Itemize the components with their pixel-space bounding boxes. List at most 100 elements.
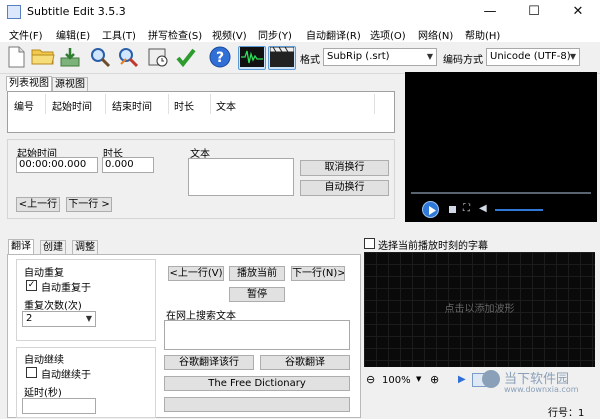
find-icon[interactable] <box>88 46 112 70</box>
select-current-checkbox[interactable] <box>364 238 375 249</box>
format-select[interactable]: SubRip (.srt) ▼ <box>323 48 437 66</box>
prev-line-button[interactable]: <上一行 <box>16 197 60 212</box>
column-divider <box>45 94 46 114</box>
format-label: 格式 <box>300 55 320 66</box>
select-current-label: 选择当前播放时刻的字幕 <box>378 241 488 252</box>
menu-edit[interactable]: 编辑(E) <box>56 27 90 42</box>
encoding-label: 编码方式 <box>443 55 483 66</box>
zoom-out-icon[interactable]: ⊖ <box>366 373 380 387</box>
stop-icon[interactable] <box>449 206 456 213</box>
title-bar: Subtitle Edit 3.5.3 — ☐ ✕ <box>0 0 600 24</box>
save-icon[interactable] <box>58 46 82 70</box>
volume-icon[interactable]: ◀ <box>479 204 489 214</box>
waveform-placeholder: 点击以添加波形 <box>444 304 515 315</box>
menu-bar: 文件(F) 编辑(E) 工具(T) 拼写检查(S) 视频(V) 同步(Y) 自动… <box>0 24 600 42</box>
app-icon <box>7 5 21 19</box>
grid-header-number[interactable]: 编号 <box>14 98 34 113</box>
grid-header-start[interactable]: 起始时间 <box>52 98 92 113</box>
tab-adjust[interactable]: 调整 <box>72 240 98 254</box>
delay-label: 延时(秒) <box>24 388 62 399</box>
menu-spellcheck[interactable]: 拼写检查(S) <box>148 27 202 42</box>
search-web-input[interactable] <box>164 320 350 350</box>
more-button[interactable] <box>164 397 350 412</box>
repeat-count-label: 重复次数(次) <box>24 301 82 312</box>
waveform-panel[interactable]: 点击以添加波形 <box>364 252 595 367</box>
duration-value: 0.000 <box>105 159 134 170</box>
menu-video[interactable]: 视频(V) <box>212 27 247 42</box>
spell-check-icon[interactable] <box>174 46 198 70</box>
video-player[interactable]: ⛶ ◀ <box>405 72 597 222</box>
menu-tools[interactable]: 工具(T) <box>102 27 136 42</box>
chevron-down-icon: ▼ <box>426 52 433 61</box>
delay-select[interactable] <box>22 398 96 414</box>
translate-next-line-button[interactable]: 下一行(N)> <box>291 266 345 281</box>
svg-text:?: ? <box>216 50 224 66</box>
maximize-button[interactable]: ☐ <box>512 0 556 24</box>
subtitle-grid[interactable]: 编号 起始时间 结束时间 时长 文本 <box>7 91 395 133</box>
menu-options[interactable]: 选项(O) <box>370 27 406 42</box>
menu-help[interactable]: 帮助(H) <box>465 27 500 42</box>
duration-input[interactable]: 0.000 <box>102 157 154 173</box>
waveform-icon[interactable] <box>238 46 266 70</box>
video-icon[interactable] <box>268 46 296 70</box>
column-divider <box>374 94 375 114</box>
seek-bar[interactable] <box>411 192 591 194</box>
auto-continue-checkbox[interactable] <box>26 367 37 378</box>
next-line-button[interactable]: 下一行 > <box>66 197 112 212</box>
encoding-select[interactable]: Unicode (UTF-8) ▼ <box>486 48 580 66</box>
grid-header-text[interactable]: 文本 <box>216 98 236 113</box>
chevron-down-icon: ▼ <box>569 52 576 61</box>
close-button[interactable]: ✕ <box>556 0 600 24</box>
auto-repeat-checkbox[interactable]: ✓ <box>26 280 37 291</box>
auto-repeat-on-label: 自动重复于 <box>41 283 91 294</box>
column-divider <box>105 94 106 114</box>
grid-header-duration[interactable]: 时长 <box>174 98 194 113</box>
menu-network[interactable]: 网络(N) <box>418 27 453 42</box>
play-button[interactable] <box>422 201 439 218</box>
repeat-count-value: 2 <box>26 313 33 324</box>
tab-translate[interactable]: 翻译 <box>8 239 34 254</box>
help-icon[interactable]: ? <box>208 46 232 70</box>
subtitle-text-input[interactable] <box>188 158 294 196</box>
google-translate-button[interactable]: 谷歌翻译 <box>260 355 350 370</box>
unbreak-button[interactable]: 取消换行 <box>300 160 389 176</box>
zoom-value: 100% <box>382 375 411 386</box>
watermark: 当下软件园 www.downxia.com <box>480 368 598 398</box>
play-current-button[interactable]: 播放当前 <box>229 266 285 281</box>
status-line-number: 行号：1 <box>548 408 585 419</box>
google-translate-it-button[interactable]: 谷歌翻译该行 <box>164 355 254 370</box>
menu-autotranslate[interactable]: 自动翻译(R) <box>306 27 361 42</box>
replace-icon[interactable] <box>116 46 140 70</box>
play-icon[interactable]: ▶ <box>458 374 466 385</box>
fullscreen-icon[interactable]: ⛶ <box>463 204 473 214</box>
start-time-input[interactable]: 00:00:00.000 <box>16 157 98 173</box>
tab-source-view[interactable]: 源视图 <box>52 77 88 91</box>
visual-sync-icon[interactable] <box>146 46 170 70</box>
auto-repeat-title: 自动重复 <box>24 264 64 279</box>
menu-file[interactable]: 文件(F) <box>9 27 43 42</box>
translate-prev-line-button[interactable]: <上一行(V) <box>168 266 224 281</box>
watermark-logo-icon <box>482 370 500 388</box>
grid-header-end[interactable]: 结束时间 <box>112 98 152 113</box>
start-time-value: 00:00:00.000 <box>19 159 87 170</box>
auto-break-button[interactable]: 自动换行 <box>300 180 389 196</box>
format-value: SubRip (.srt) <box>327 51 390 62</box>
column-divider <box>210 94 211 114</box>
volume-slider[interactable] <box>495 209 543 211</box>
chevron-down-icon: ▼ <box>85 314 92 323</box>
new-file-icon[interactable] <box>4 46 28 70</box>
zoom-in-icon[interactable]: ⊕ <box>430 373 444 387</box>
tab-create[interactable]: 创建 <box>40 240 66 254</box>
menu-sync[interactable]: 同步(Y) <box>258 27 292 42</box>
encoding-value: Unicode (UTF-8) <box>490 51 571 62</box>
free-dictionary-button[interactable]: The Free Dictionary <box>164 376 350 391</box>
open-folder-icon[interactable] <box>31 46 55 70</box>
tab-list-view[interactable]: 列表视图 <box>6 76 52 91</box>
chevron-down-icon[interactable]: ▼ <box>416 375 421 383</box>
watermark-url: www.downxia.com <box>504 385 579 394</box>
pause-button[interactable]: 暂停 <box>229 287 285 302</box>
repeat-count-select[interactable]: 2 ▼ <box>22 311 96 327</box>
toolbar: ? 格式 SubRip (.srt) ▼ 编码方式 Unicode (UTF-8… <box>0 42 600 74</box>
auto-continue-title: 自动继续 <box>24 351 64 366</box>
minimize-button[interactable]: — <box>468 0 512 24</box>
